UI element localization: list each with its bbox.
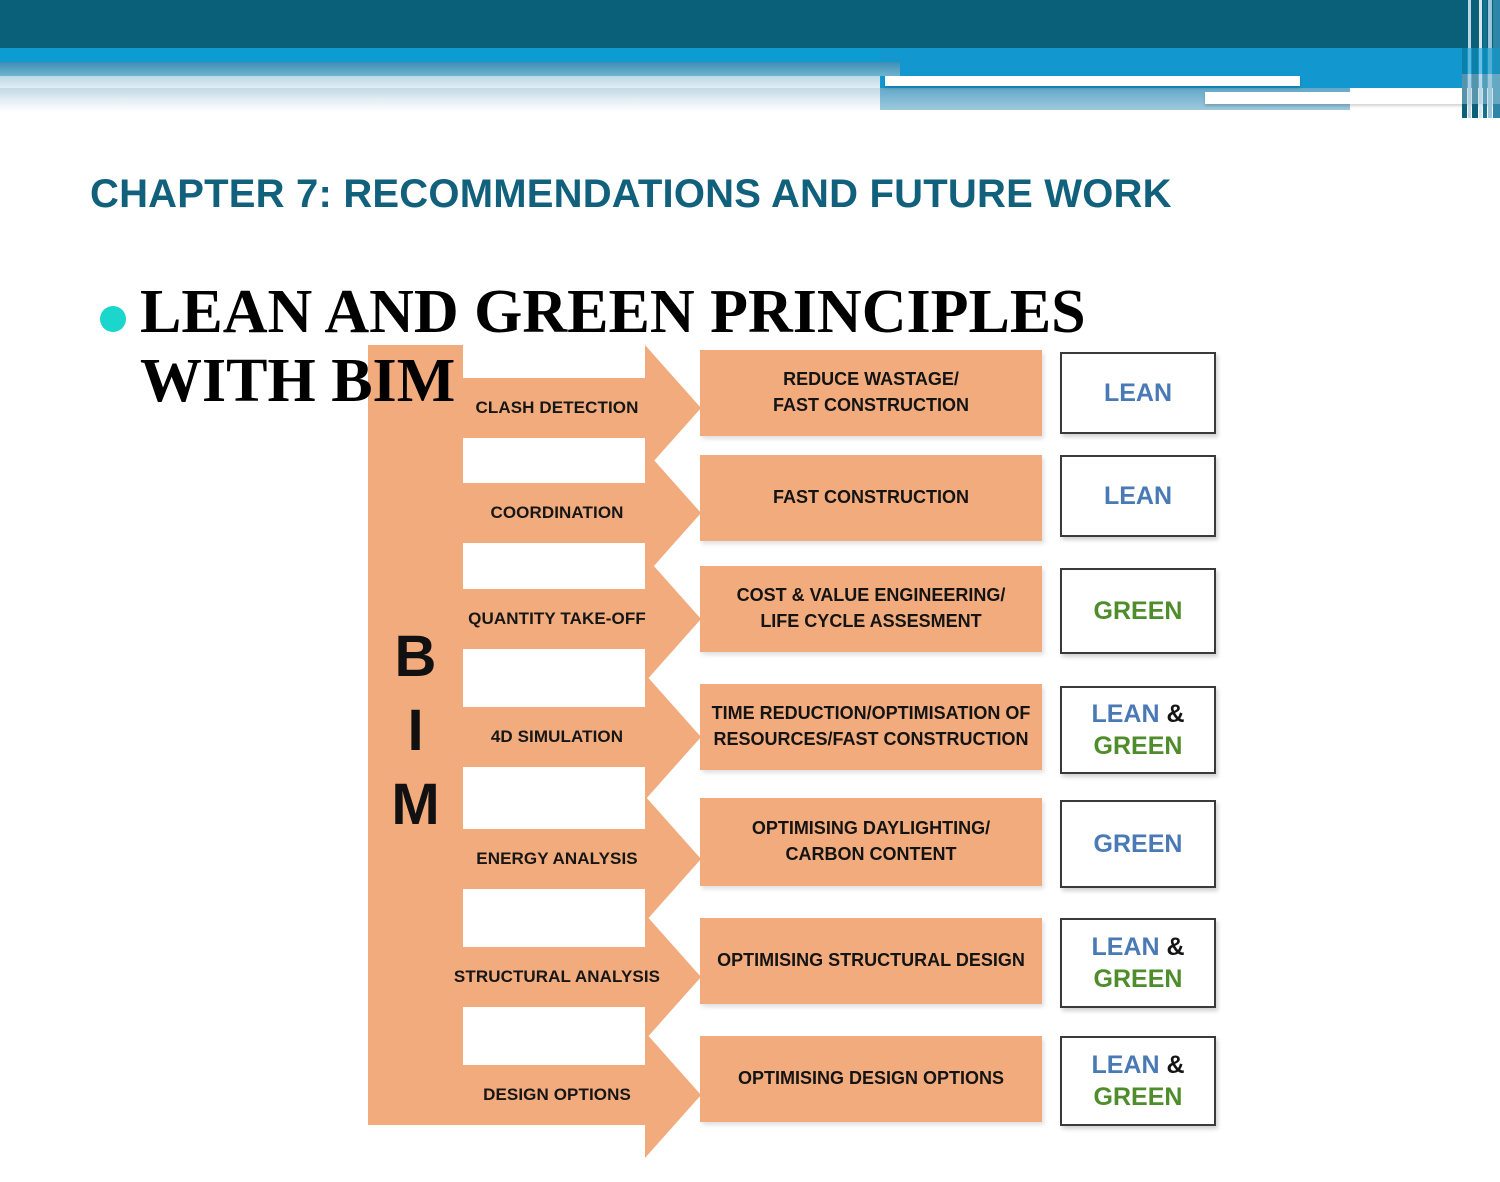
benefit-box: COST & VALUE ENGINEERING/LIFE CYCLE ASSE… <box>700 566 1042 652</box>
tag-part: GREEN <box>1093 1083 1183 1111</box>
classification-tag-box: LEAN <box>1060 455 1216 537</box>
bim-use-label: ENERGY ANALYSIS <box>476 849 638 868</box>
arrow-head <box>645 796 701 922</box>
bim-use-label: COORDINATION <box>490 503 624 522</box>
bim-use-label: STRUCTURAL ANALYSIS <box>453 967 661 986</box>
bim-use-label: 4D SIMULATION <box>490 727 624 746</box>
classification-tag-box: LEAN & GREEN <box>1060 918 1216 1008</box>
benefit-text: OPTIMISING STRUCTURAL DESIGN <box>717 950 1025 971</box>
classification-tag-box: GREEN <box>1060 568 1216 654</box>
classification-tag-text: GREEN <box>1094 828 1183 861</box>
bim-use-label: QUANTITY TAKE-OFF <box>468 609 646 628</box>
tag-part: GREEN <box>1093 596 1183 625</box>
bim-lean-green-diagram: BIM CLASH DETECTION REDUCE WASTAGE/FAST C… <box>0 0 1500 1158</box>
classification-tag-text: GREEN <box>1094 595 1183 628</box>
bim-letter: I <box>407 698 424 764</box>
arrow-head <box>645 1032 701 1158</box>
classification-tag-text: LEAN & GREEN <box>1091 698 1184 763</box>
classification-tag-text: LEAN & GREEN <box>1091 931 1184 996</box>
benefit-text: OPTIMISING DESIGN OPTIONS <box>737 1068 1005 1089</box>
classification-tag-text: LEAN & GREEN <box>1091 1049 1184 1114</box>
benefit-box: OPTIMISING DAYLIGHTING/CARBON CONTENT <box>700 798 1042 886</box>
benefit-text: FAST CONSTRUCTION <box>773 487 969 508</box>
benefit-text: TIME REDUCTION/OPTIMISATION OF RESOURCES/… <box>711 703 1031 749</box>
classification-tag-box: LEAN & GREEN <box>1060 1036 1216 1126</box>
tag-part: LEAN <box>1091 1050 1167 1079</box>
benefit-text: OPTIMISING DAYLIGHTING/CARBON CONTENT <box>751 818 991 864</box>
tag-part: LEAN <box>1091 699 1167 728</box>
classification-tag-box: GREEN <box>1060 800 1216 888</box>
tag-part: GREEN <box>1093 732 1183 760</box>
bim-letter: B <box>394 624 437 689</box>
tag-part: LEAN <box>1103 481 1173 510</box>
bim-spine-letters: BIM <box>368 620 463 843</box>
bim-letter: M <box>391 772 440 838</box>
tag-part: GREEN <box>1093 965 1183 993</box>
arrow-head <box>645 556 701 682</box>
benefit-box: TIME REDUCTION/OPTIMISATION OF RESOURCES/… <box>700 684 1042 770</box>
bullet-text: LEAN AND GREEN PRINCIPLES WITH BIM <box>140 278 1086 416</box>
benefit-box: OPTIMISING STRUCTURAL DESIGN <box>700 918 1042 1004</box>
tag-part: GREEN <box>1093 829 1183 858</box>
body-bullet-block: LEAN AND GREEN PRINCIPLES WITH BIM <box>100 278 1280 417</box>
tag-part: & <box>1166 932 1185 961</box>
bullet-dot-icon <box>100 306 126 332</box>
benefit-box: OPTIMISING DESIGN OPTIONS <box>700 1036 1042 1122</box>
tag-part: LEAN <box>1091 932 1167 961</box>
tag-part: & <box>1166 699 1185 728</box>
bim-use-label: DESIGN OPTIONS <box>483 1085 631 1104</box>
classification-tag-text: LEAN <box>1104 480 1172 513</box>
benefit-text: COST & VALUE ENGINEERING/LIFE CYCLE ASSE… <box>736 585 1006 631</box>
tag-part: & <box>1166 1050 1185 1079</box>
arrow-head <box>645 674 701 800</box>
classification-tag-box: LEAN & GREEN <box>1060 686 1216 774</box>
benefit-box: FAST CONSTRUCTION <box>700 455 1042 541</box>
